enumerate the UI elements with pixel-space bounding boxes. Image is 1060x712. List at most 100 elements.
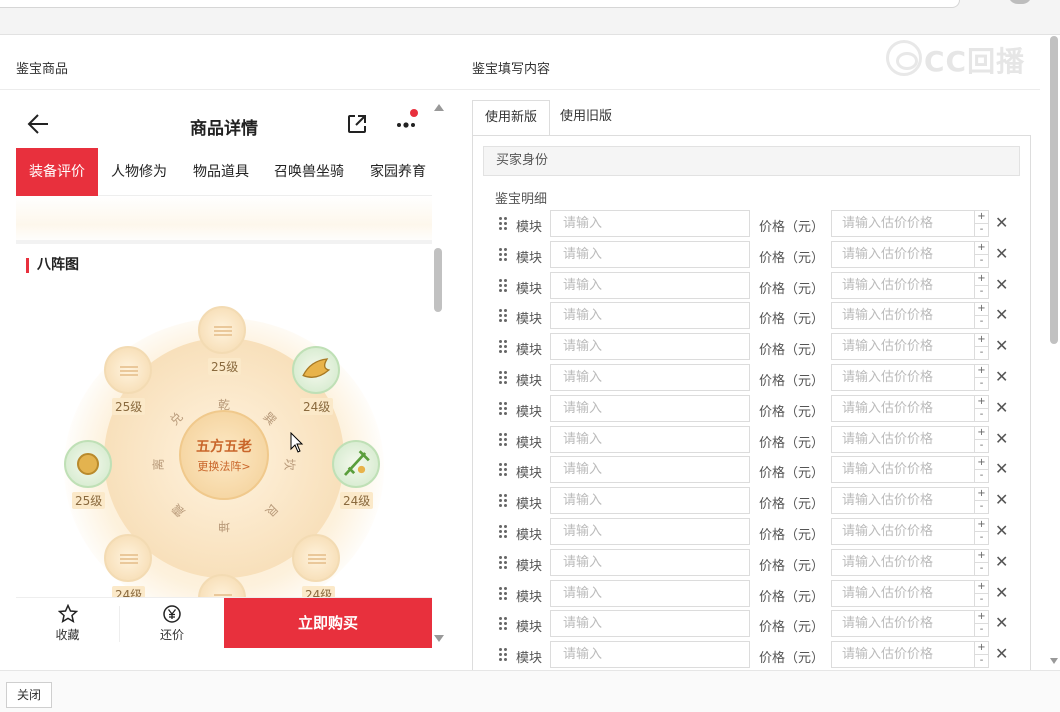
drag-handle-icon[interactable] [499, 309, 509, 323]
close-icon[interactable]: ✕ [995, 275, 1008, 295]
module-input[interactable] [550, 271, 750, 299]
close-icon[interactable]: ✕ [995, 213, 1008, 233]
drag-handle-icon[interactable] [499, 432, 509, 447]
decrement-button[interactable]: - [975, 378, 988, 391]
phone-scroll-down-arrow[interactable] [434, 635, 444, 642]
more-icon[interactable] [394, 109, 420, 132]
increment-button[interactable]: + [975, 334, 988, 348]
share-icon[interactable] [346, 113, 368, 135]
close-icon[interactable]: ✕ [995, 613, 1008, 633]
increment-button[interactable]: + [975, 365, 988, 378]
close-icon[interactable]: ✕ [995, 459, 1008, 479]
formation-slot[interactable] [292, 346, 340, 394]
page-scroll-down-arrow[interactable] [1050, 658, 1058, 664]
module-input[interactable] [550, 210, 750, 237]
decrement-button[interactable]: - [975, 224, 988, 237]
formation-slot[interactable] [332, 440, 380, 488]
module-input[interactable] [550, 364, 750, 391]
close-icon[interactable]: ✕ [995, 398, 1008, 418]
decrement-button[interactable]: - [975, 255, 988, 268]
decrement-button[interactable]: - [975, 470, 988, 483]
drag-handle-icon[interactable] [499, 617, 509, 631]
decrement-button[interactable]: - [975, 501, 988, 514]
tab-old-version[interactable]: 使用旧版 [548, 100, 624, 136]
decrement-button[interactable]: - [975, 440, 988, 453]
close-icon[interactable]: ✕ [995, 490, 1008, 510]
tab-items-props[interactable]: 物品道具 [184, 148, 258, 196]
close-icon[interactable]: ✕ [995, 336, 1008, 356]
drag-handle-icon[interactable] [499, 401, 509, 416]
increment-button[interactable]: + [975, 642, 988, 656]
module-input[interactable] [550, 302, 750, 330]
price-input[interactable] [831, 210, 975, 237]
price-input[interactable] [831, 364, 975, 391]
decrement-button[interactable]: - [975, 594, 988, 607]
increment-button[interactable]: + [975, 211, 988, 224]
decrement-button[interactable]: - [975, 316, 988, 329]
price-input[interactable] [831, 456, 975, 484]
drag-handle-icon[interactable] [499, 247, 509, 262]
drag-handle-icon[interactable] [499, 494, 509, 508]
formation-slot[interactable] [198, 306, 246, 354]
drag-handle-icon[interactable] [499, 586, 509, 601]
close-icon[interactable]: ✕ [995, 644, 1008, 664]
price-input[interactable] [831, 548, 975, 576]
module-input[interactable] [550, 579, 750, 607]
increment-button[interactable]: + [975, 519, 988, 532]
module-input[interactable] [550, 548, 750, 576]
decrement-button[interactable]: - [975, 563, 988, 576]
buyer-identity-section[interactable]: 买家身份 [483, 146, 1020, 176]
close-icon[interactable]: ✕ [995, 583, 1008, 603]
increment-button[interactable]: + [975, 488, 988, 502]
increment-button[interactable]: + [975, 303, 988, 317]
decrement-button[interactable]: - [975, 624, 988, 637]
tab-new-version[interactable]: 使用新版 [472, 100, 551, 136]
window-control[interactable] [1008, 0, 1032, 4]
page-scrollbar-thumb[interactable] [1050, 36, 1058, 344]
change-formation-link[interactable]: 更换法阵> [181, 458, 267, 474]
close-icon[interactable]: ✕ [995, 521, 1008, 541]
decrement-button[interactable]: - [975, 532, 988, 545]
formation-slot[interactable] [64, 440, 112, 488]
drag-handle-icon[interactable] [499, 463, 509, 477]
counter-offer-button[interactable]: 还价 [120, 598, 224, 648]
decrement-button[interactable]: - [975, 655, 988, 668]
drag-handle-icon[interactable] [499, 555, 509, 570]
formation-center-button[interactable]: 五方五老 更换法阵> [179, 410, 269, 500]
module-input[interactable] [550, 240, 750, 268]
price-input[interactable] [831, 333, 975, 361]
formation-slot[interactable] [104, 346, 152, 394]
increment-button[interactable]: + [975, 457, 988, 471]
increment-button[interactable]: + [975, 396, 988, 409]
close-icon[interactable]: ✕ [995, 305, 1008, 325]
tab-summon-mounts[interactable]: 召唤兽坐骑 [268, 148, 350, 196]
price-input[interactable] [831, 518, 975, 545]
module-input[interactable] [550, 518, 750, 545]
favorite-button[interactable]: 收藏 [16, 598, 119, 648]
increment-button[interactable]: + [975, 273, 988, 286]
module-input[interactable] [550, 394, 750, 422]
increment-button[interactable]: + [975, 550, 988, 563]
module-input[interactable] [550, 333, 750, 361]
buy-now-button[interactable]: 立即购买 [224, 598, 432, 648]
decrement-button[interactable]: - [975, 347, 988, 360]
drag-handle-icon[interactable] [499, 371, 509, 385]
close-icon[interactable]: ✕ [995, 367, 1008, 387]
price-input[interactable] [831, 425, 975, 453]
drag-handle-icon[interactable] [499, 217, 509, 231]
price-input[interactable] [831, 240, 975, 268]
formation-slot[interactable] [104, 534, 152, 582]
decrement-button[interactable]: - [975, 409, 988, 422]
module-input[interactable] [550, 610, 750, 638]
price-input[interactable] [831, 487, 975, 515]
price-input[interactable] [831, 579, 975, 607]
tab-home-breeding[interactable]: 家园养育 [364, 148, 432, 196]
price-input[interactable] [831, 610, 975, 638]
increment-button[interactable]: + [975, 581, 988, 594]
close-button[interactable]: 关闭 [6, 682, 53, 708]
price-input[interactable] [831, 394, 975, 422]
module-input[interactable] [550, 456, 750, 484]
phone-scrollbar-thumb[interactable] [434, 248, 442, 312]
tab-character-cultivation[interactable]: 人物修为 [102, 148, 176, 196]
drag-handle-icon[interactable] [499, 525, 509, 539]
